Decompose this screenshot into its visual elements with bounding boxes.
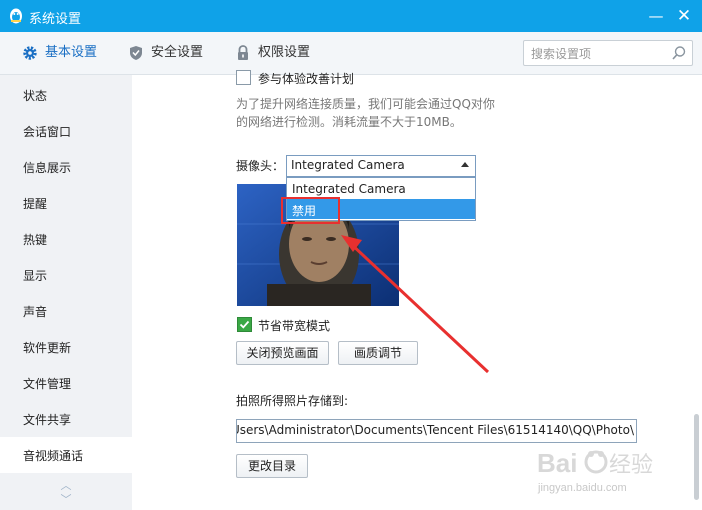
svg-text:经验: 经验 [609, 452, 653, 477]
minimize-button[interactable]: — [644, 4, 668, 28]
sidebar-item-software-update[interactable]: 软件更新 [0, 329, 132, 365]
sidebar-item-sound[interactable]: 声音 [0, 293, 132, 329]
sidebar-item-file-sharing[interactable]: 文件共享 [0, 401, 132, 437]
bandwidth-saving-label: 节省带宽模式 [258, 319, 331, 333]
sidebar-item-label: 热键 [23, 233, 48, 247]
search-placeholder: 搜索设置项 [531, 47, 592, 61]
sidebar-item-label: 显示 [23, 269, 48, 283]
content-scrollbar[interactable] [694, 414, 699, 500]
tab-label: 基本设置 [45, 45, 98, 60]
change-directory-button[interactable]: 更改目录 [236, 454, 308, 478]
sidebar-item-info-display[interactable]: 信息展示 [0, 149, 132, 185]
experience-plan-label: 参与体验改善计划 [258, 72, 355, 86]
chevron-down-icon[interactable]: ﹀ [58, 493, 74, 507]
sidebar-item-display[interactable]: 显示 [0, 257, 132, 293]
tab-label: 权限设置 [258, 45, 311, 60]
svg-text:Bai: Bai [537, 448, 577, 478]
experience-plan-checkbox[interactable] [236, 70, 251, 85]
search-input[interactable]: 搜索设置项 [523, 40, 693, 66]
sidebar-scroll-arrows[interactable]: ︿ ﹀ [58, 479, 74, 509]
camera-select[interactable]: Integrated Camera [286, 155, 476, 177]
photo-save-label: 拍照所得照片存储到: [236, 394, 349, 408]
sidebar: 状态 会话窗口 信息展示 提醒 热键 显示 声音 软件更新 文件管理 文件共享 … [0, 75, 132, 510]
camera-label: 摄像头： [236, 159, 285, 173]
annotation-highlight-box [281, 197, 340, 224]
camera-select-value: Integrated Camera [291, 158, 405, 172]
tab-permission-settings[interactable]: 权限设置 [235, 43, 325, 63]
search-icon[interactable] [671, 45, 687, 61]
sidebar-item-reminder[interactable]: 提醒 [0, 185, 132, 221]
sidebar-item-chat-window[interactable]: 会话窗口 [0, 113, 132, 149]
sidebar-item-hotkeys[interactable]: 热键 [0, 221, 132, 257]
sidebar-item-label: 声音 [23, 305, 48, 319]
network-test-description: 为了提升网络连接质量，我们可能会通过QQ对你的网络进行检测。消耗流量不大于10M… [236, 97, 495, 129]
window-title: 系统设置 [29, 12, 82, 27]
sidebar-item-label: 文件共享 [23, 413, 72, 427]
photo-save-path-field[interactable]: C:\Users\Administrator\Documents\Tencent… [236, 419, 637, 443]
sidebar-item-label: 音视频通话 [23, 449, 84, 463]
quality-adjust-button[interactable]: 画质调节 [338, 341, 418, 365]
lock-icon [238, 45, 248, 60]
watermark-url: jingyan.baidu.com [538, 482, 627, 494]
sidebar-item-label: 状态 [23, 89, 48, 103]
option-label: Integrated Camera [292, 182, 406, 196]
sidebar-item-label: 会话窗口 [23, 125, 72, 139]
sidebar-item-av-call[interactable]: 音视频通话 [0, 437, 132, 473]
shield-icon [130, 46, 142, 60]
photo-save-path-value: C:\Users\Administrator\Documents\Tencent… [236, 423, 634, 437]
title-bar: 系统设置 — ✕ [0, 0, 702, 32]
check-icon [239, 320, 250, 329]
sidebar-item-label: 文件管理 [23, 377, 72, 391]
gear-icon [23, 46, 37, 60]
bandwidth-saving-checkbox[interactable] [237, 317, 252, 332]
camera-option-integrated[interactable]: Integrated Camera [287, 179, 475, 199]
sidebar-item-label: 软件更新 [23, 341, 72, 355]
tab-label: 安全设置 [151, 45, 204, 60]
tab-basic-settings[interactable]: 基本设置 [22, 43, 112, 63]
tab-security-settings[interactable]: 安全设置 [128, 43, 218, 63]
close-button[interactable]: ✕ [672, 4, 696, 28]
triangle-up-icon [461, 162, 469, 167]
sidebar-item-label: 信息展示 [23, 161, 72, 175]
sidebar-item-status[interactable]: 状态 [0, 77, 132, 113]
qq-penguin-icon [10, 8, 22, 24]
close-preview-button[interactable]: 关闭预览画面 [236, 341, 329, 365]
sidebar-item-file-management[interactable]: 文件管理 [0, 365, 132, 401]
sidebar-item-label: 提醒 [23, 197, 48, 211]
chevron-up-icon[interactable]: ︿ [58, 479, 74, 493]
